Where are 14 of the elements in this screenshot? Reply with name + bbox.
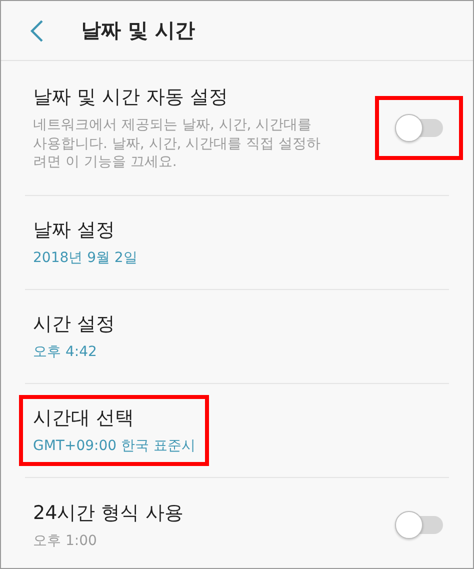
toggle-switch[interactable] <box>395 511 443 539</box>
setting-title: 24시간 형식 사용 <box>33 500 184 526</box>
setting-title: 날짜 및 시간 자동 설정 <box>33 84 230 110</box>
setting-title[interactable]: 시간대 선택 <box>33 405 196 432</box>
setting-description: 오후 1:00 <box>33 532 98 550</box>
toggle-switch[interactable] <box>395 114 443 142</box>
back-icon[interactable] <box>29 18 45 42</box>
setting-value: 2018년 9월 2일 <box>33 249 138 268</box>
setting-description: 네트워크에서 제공되는 날짜, 시간, 시간대를 사용합니다. 날짜, 시간, 시간대를 직접 설정하려면 이 기능을 끄세요. <box>33 116 322 172</box>
screen-title: 날짜 및 시간 <box>81 17 195 44</box>
setting-value: GMT+09:00 한국 표준시 <box>33 437 196 456</box>
setting-value: 오후 4:42 <box>33 343 98 362</box>
setting-title[interactable]: 시간 설정 <box>33 311 116 338</box>
setting-title[interactable]: 날짜 설정 <box>33 217 138 244</box>
